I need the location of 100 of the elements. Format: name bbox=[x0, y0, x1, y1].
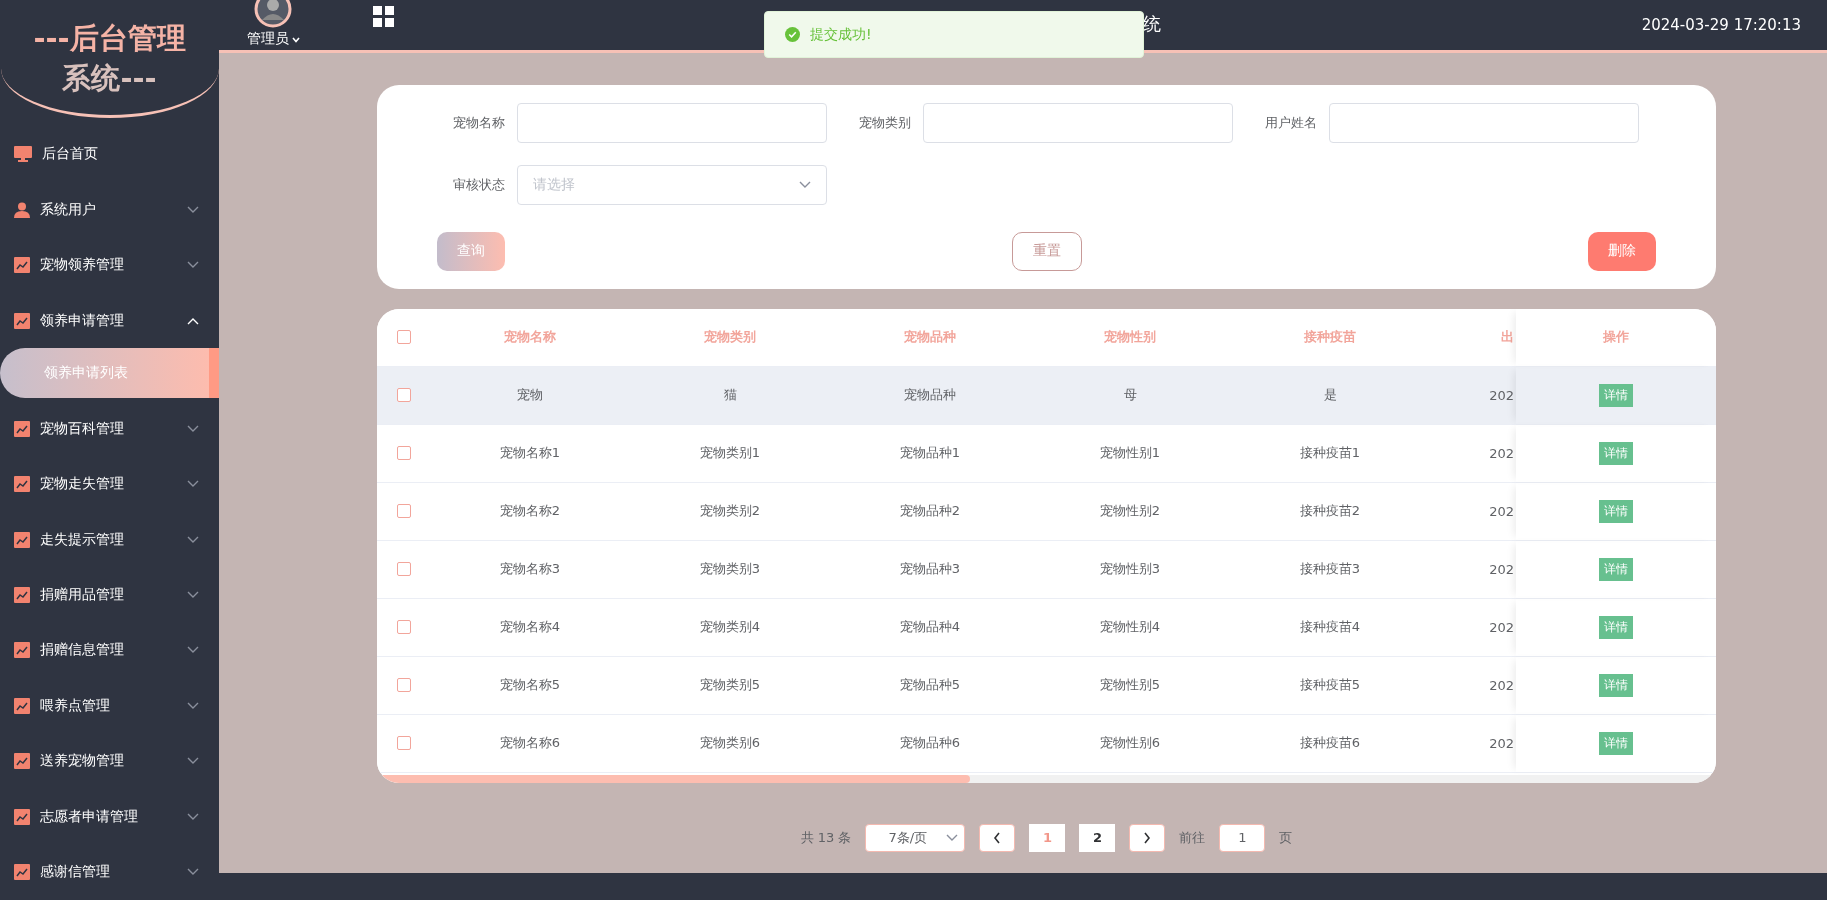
chevron-up-icon bbox=[187, 316, 199, 325]
table-cell-text: 宠物名称6 bbox=[498, 734, 562, 753]
logo-text: 系统--- bbox=[62, 59, 157, 97]
row-checkbox[interactable] bbox=[397, 504, 411, 519]
column-header: 接种疫苗 bbox=[1303, 328, 1357, 347]
chevron-down-icon bbox=[187, 535, 199, 544]
sidebar-item[interactable]: 捐赠信息管理 bbox=[0, 622, 219, 679]
column-header: 宠物性别 bbox=[1103, 328, 1157, 347]
chart-icon bbox=[14, 420, 30, 437]
table-cell-text: 宠物类别5 bbox=[698, 676, 762, 695]
sidebar-item[interactable]: 送养宠物管理 bbox=[0, 733, 219, 790]
sidebar-item[interactable]: 走失提示管理 bbox=[0, 511, 219, 568]
chart-icon bbox=[14, 476, 30, 493]
row-checkbox[interactable] bbox=[397, 388, 411, 403]
table-cell-text: 宠物名称4 bbox=[498, 618, 562, 637]
chevron-down-icon bbox=[187, 812, 199, 821]
chart-icon bbox=[14, 697, 30, 714]
table-cell-text: 宠物性别5 bbox=[1098, 676, 1162, 695]
row-checkbox[interactable] bbox=[397, 736, 411, 751]
prev-page-button[interactable] bbox=[979, 823, 1016, 852]
field-label: 审核状态 bbox=[452, 175, 506, 194]
monitor-icon bbox=[14, 146, 32, 163]
grid-icon[interactable] bbox=[373, 5, 395, 28]
table-cell: 202 bbox=[1489, 387, 1514, 403]
select-all-checkbox[interactable] bbox=[397, 330, 411, 345]
sidebar-item[interactable]: 后台首页 bbox=[0, 126, 219, 183]
logo-text: ---后台管理 bbox=[33, 19, 186, 57]
user-menu[interactable]: 管理员 bbox=[246, 29, 300, 48]
table-cell-text: 接种疫苗1 bbox=[1298, 444, 1362, 463]
table-cell-text: 宠物名称1 bbox=[498, 444, 562, 463]
input-field[interactable] bbox=[1329, 102, 1639, 143]
table-cell-text: 是 bbox=[1322, 386, 1338, 405]
chevron-down-icon bbox=[187, 205, 199, 214]
chevron-down-icon bbox=[187, 868, 199, 877]
header-title: 统 bbox=[1143, 12, 1161, 36]
table-cell-text: 宠物品种1 bbox=[898, 444, 962, 463]
sidebar-item[interactable]: 宠物走失管理 bbox=[0, 456, 219, 512]
chevron-down-icon bbox=[946, 833, 959, 842]
table-cell-text: 宠物品种6 bbox=[898, 734, 962, 753]
table-cell-text: 宠物品种4 bbox=[898, 618, 962, 637]
column-header: 出 bbox=[1501, 328, 1514, 347]
field-label: 宠物名称 bbox=[452, 113, 506, 132]
table-cell-text: 宠物性别6 bbox=[1098, 734, 1162, 753]
sidebar-item[interactable]: 感谢信管理 bbox=[0, 844, 219, 900]
page-size-select[interactable]: 7条/页 bbox=[865, 823, 966, 852]
sidebar-item[interactable]: 喂养点管理 bbox=[0, 678, 219, 734]
chevron-down-icon bbox=[187, 591, 199, 599]
table-cell-text: 宠物品种 bbox=[903, 386, 957, 405]
user-icon bbox=[14, 201, 30, 218]
next-page-button[interactable] bbox=[1129, 823, 1166, 852]
table-cell-text: 宠物 bbox=[516, 386, 544, 405]
table-cell: 202 bbox=[1489, 503, 1514, 519]
goto-label: 前往 bbox=[1179, 828, 1206, 847]
table-cell-text: 宠物名称2 bbox=[498, 502, 562, 521]
chevron-down-icon bbox=[187, 701, 199, 710]
chart-icon bbox=[14, 531, 30, 548]
sidebar-item[interactable]: 领养申请管理 bbox=[0, 293, 219, 349]
chevron-down-icon bbox=[187, 480, 199, 489]
table-cell-text: 宠物类别6 bbox=[698, 734, 762, 753]
sidebar-item[interactable]: 宠物百科管理 bbox=[0, 401, 219, 457]
chevron-left-icon bbox=[993, 831, 1002, 844]
row-checkbox[interactable] bbox=[397, 620, 411, 635]
table-cell-text: 宠物类别4 bbox=[698, 618, 762, 637]
caret-icon bbox=[291, 36, 300, 43]
total-count: 共 13 条 bbox=[800, 828, 852, 847]
row-checkbox[interactable] bbox=[397, 678, 411, 693]
table-cell-text: 宠物名称3 bbox=[498, 560, 562, 579]
input-field[interactable] bbox=[923, 102, 1233, 143]
row-checkbox[interactable] bbox=[397, 562, 411, 577]
sidebar-item[interactable]: 宠物领养管理 bbox=[0, 237, 219, 294]
table-cell-text: 宠物品种2 bbox=[898, 502, 962, 521]
table-cell-text: 接种疫苗3 bbox=[1298, 560, 1362, 579]
chevron-down-icon bbox=[187, 646, 199, 655]
chart-icon bbox=[14, 864, 30, 881]
table-cell-text: 接种疫苗2 bbox=[1298, 502, 1362, 521]
sidebar-item[interactable]: 捐赠用品管理 bbox=[0, 567, 219, 623]
sidebar-item[interactable]: 志愿者申请管理 bbox=[0, 789, 219, 845]
page-input[interactable]: 1 bbox=[1219, 823, 1266, 852]
column-header: 宠物类别 bbox=[703, 328, 757, 347]
page-suffix: 页 bbox=[1279, 828, 1293, 847]
chevron-down-icon bbox=[799, 180, 811, 189]
table-cell-text: 猫 bbox=[722, 386, 738, 405]
table-cell-text: 母 bbox=[1122, 386, 1138, 405]
column-header: 操作 bbox=[1603, 328, 1629, 347]
chart-icon bbox=[14, 753, 30, 770]
sidebar-item[interactable]: 系统用户 bbox=[0, 182, 219, 238]
table-cell-text: 宠物名称5 bbox=[498, 676, 562, 695]
check-circle-icon bbox=[785, 27, 800, 42]
page-number[interactable]: 2 bbox=[1079, 823, 1116, 852]
table-cell-text: 宠物类别2 bbox=[698, 502, 762, 521]
row-checkbox[interactable] bbox=[397, 446, 411, 461]
table-cell-text: 宠物品种3 bbox=[898, 560, 962, 579]
chart-icon bbox=[14, 257, 30, 274]
avatar[interactable] bbox=[254, 0, 292, 28]
chart-icon bbox=[14, 808, 30, 825]
table-cell: 202 bbox=[1489, 619, 1514, 635]
table-cell: 202 bbox=[1489, 445, 1514, 461]
column-header: 宠物名称 bbox=[503, 328, 557, 347]
table-cell-text: 宠物性别1 bbox=[1098, 444, 1162, 463]
input-field[interactable] bbox=[517, 102, 827, 143]
